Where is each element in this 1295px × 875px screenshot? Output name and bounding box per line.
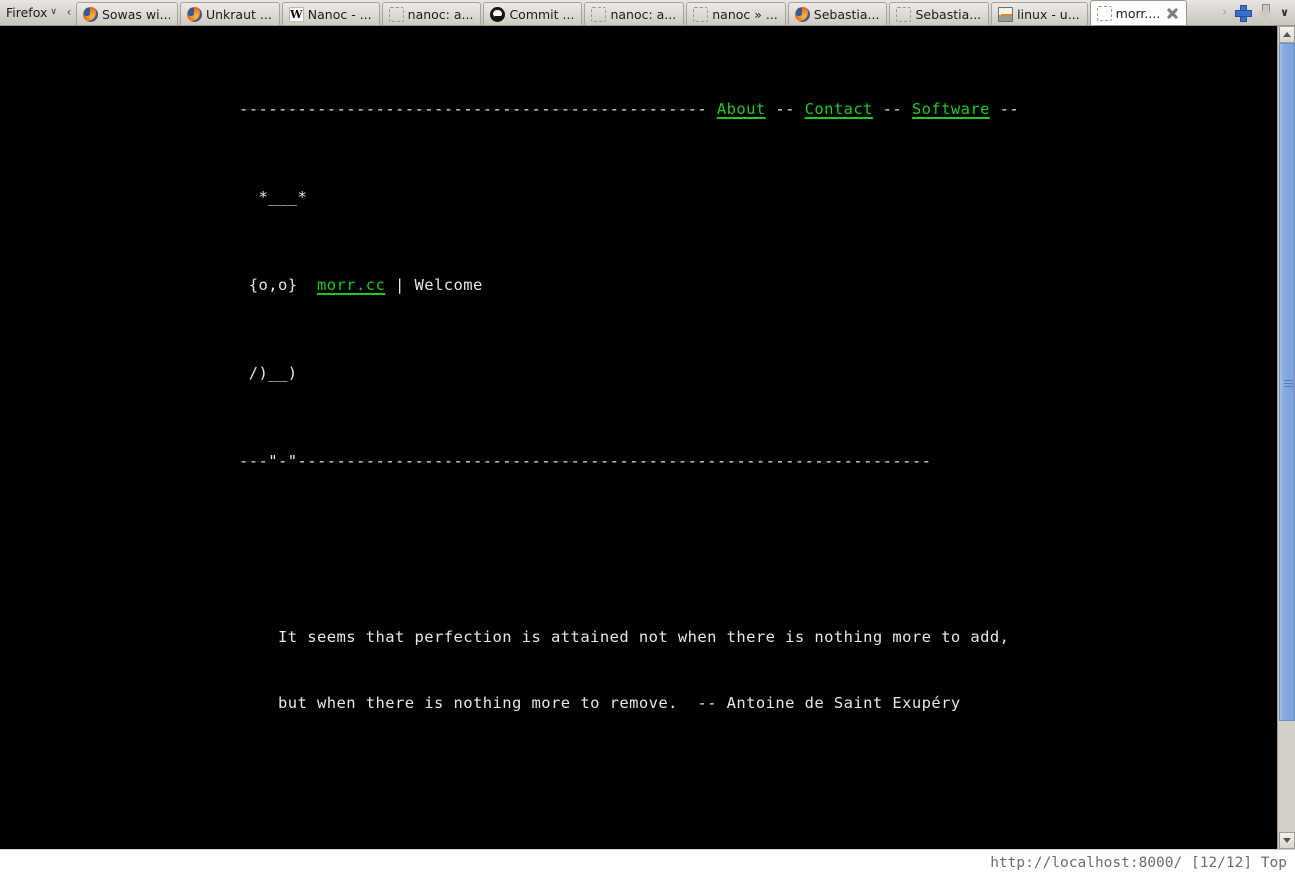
chevron-down-icon: ∨ — [50, 7, 57, 17]
tab-strip: Sowas wi... Unkraut ... W Nanoc - ... nanoc:… — [75, 0, 1189, 25]
status-bar-text: http://localhost:8000/ [12/12] Top — [990, 854, 1287, 871]
browser-tab[interactable]: Sebastia... — [787, 2, 888, 25]
quote-line-1: It seems that perfection is attained not… — [239, 628, 1010, 646]
nav-sep-3: -- — [989, 100, 1020, 118]
firefox-icon — [186, 6, 202, 22]
firefox-icon — [82, 6, 98, 22]
browser-tab-label: Sebastia... — [915, 6, 982, 22]
browser-tab[interactable]: linux - u... — [991, 2, 1088, 25]
page-viewport: ----------------------------------------… — [0, 26, 1277, 849]
site-title-line: {o,o} morr.cc | Welcome — [0, 274, 1019, 296]
firefox-icon — [794, 6, 810, 22]
vertical-scrollbar[interactable] — [1277, 26, 1295, 849]
browser-tab-label: Sowas wi... — [101, 6, 170, 22]
ascii-art-line-3: /)__) — [239, 364, 298, 382]
ascii-art-line-1: *___* — [239, 188, 308, 206]
browser-tab[interactable]: Commit ... — [483, 2, 583, 25]
browser-tab[interactable]: nanoc: a... — [381, 2, 482, 25]
blank-favicon — [388, 6, 404, 22]
browser-tab[interactable]: nanoc: a... — [584, 2, 685, 25]
browser-tab-bar: Firefox ∨ ‹ Sowas wi... Unkraut ... W Nanoc… — [0, 0, 1295, 26]
browser-tab-label: linux - u... — [1017, 6, 1080, 22]
firefox-app-menu-label: Firefox — [6, 4, 48, 20]
chevron-up-icon — [1283, 32, 1291, 37]
site-title-sep: | — [385, 276, 415, 294]
scrollbar-thumb[interactable] — [1279, 43, 1295, 721]
header-rule-line: ----------------------------------------… — [0, 98, 1019, 120]
list-all-tabs-icon[interactable]: ∨ — [1280, 6, 1289, 19]
site-home-link[interactable]: morr.cc — [317, 276, 385, 294]
page-title: Welcome — [414, 276, 483, 294]
archive-icon — [998, 6, 1014, 22]
browser-tab[interactable]: Sebastia... — [889, 2, 990, 25]
wikipedia-icon: W — [288, 6, 304, 22]
firefox-app-menu-button[interactable]: Firefox ∨ — [0, 0, 62, 25]
tab-bar-tools: › ∨ — [1222, 0, 1295, 25]
nav-link-software[interactable]: Software — [912, 100, 990, 118]
nav-link-about[interactable]: About — [717, 100, 766, 118]
chevron-down-icon — [1283, 838, 1291, 843]
browser-tab-label: Sebastia... — [813, 6, 880, 22]
scrollbar-grip-icon — [1284, 380, 1293, 387]
status-bar: http://localhost:8000/ [12/12] Top — [0, 849, 1295, 875]
tab-bar-spacer — [1189, 0, 1222, 25]
browser-tab[interactable]: Unkraut ... — [179, 2, 280, 25]
blank-favicon — [591, 6, 607, 22]
browser-tab-label: nanoc: a... — [610, 6, 677, 22]
close-tab-icon[interactable] — [1166, 7, 1179, 20]
github-icon — [490, 6, 506, 22]
blank-favicon — [1096, 5, 1112, 21]
nav-sep-2: -- — [872, 100, 912, 118]
blank-favicon — [693, 6, 709, 22]
browser-tab-label: nanoc: a... — [407, 6, 474, 22]
scroll-up-button[interactable] — [1279, 26, 1295, 43]
tabstrip-scroll-left-button[interactable]: ‹ — [62, 0, 76, 25]
browser-tab-label: Commit ... — [509, 6, 575, 22]
blank-line-2 — [0, 780, 1019, 802]
header-rule-dashes: ----------------------------------------… — [239, 100, 717, 118]
browser-tab[interactable]: nanoc » ... — [686, 2, 786, 25]
tabstrip-scroll-right-button[interactable]: › — [1222, 5, 1227, 19]
downloads-arrow-icon[interactable] — [1258, 4, 1273, 20]
header-bottom-rule: ---"-"----------------------------------… — [239, 452, 932, 470]
ascii-art-line-2: {o,o} — [239, 276, 318, 294]
browser-tab-label: Unkraut ... — [205, 6, 272, 22]
blank-favicon — [896, 6, 912, 22]
terminal-page-content: ----------------------------------------… — [0, 26, 1019, 849]
browser-tab-label: nanoc » ... — [712, 6, 778, 22]
browser-tab[interactable]: W Nanoc - ... — [281, 2, 380, 25]
nav-sep-1: -- — [765, 100, 805, 118]
new-tab-icon[interactable] — [1235, 4, 1253, 22]
quote-line-2: but when there is nothing more to remove… — [239, 694, 961, 712]
browser-tab[interactable]: Sowas wi... — [75, 2, 178, 25]
scroll-down-button[interactable] — [1279, 832, 1295, 849]
blank-line-1 — [0, 538, 1019, 560]
nav-link-contact[interactable]: Contact — [805, 100, 873, 118]
browser-tab-active[interactable]: morr.... — [1089, 0, 1188, 25]
browser-tab-label: Nanoc - ... — [307, 6, 372, 22]
browser-tab-label: morr.... — [1115, 5, 1161, 21]
